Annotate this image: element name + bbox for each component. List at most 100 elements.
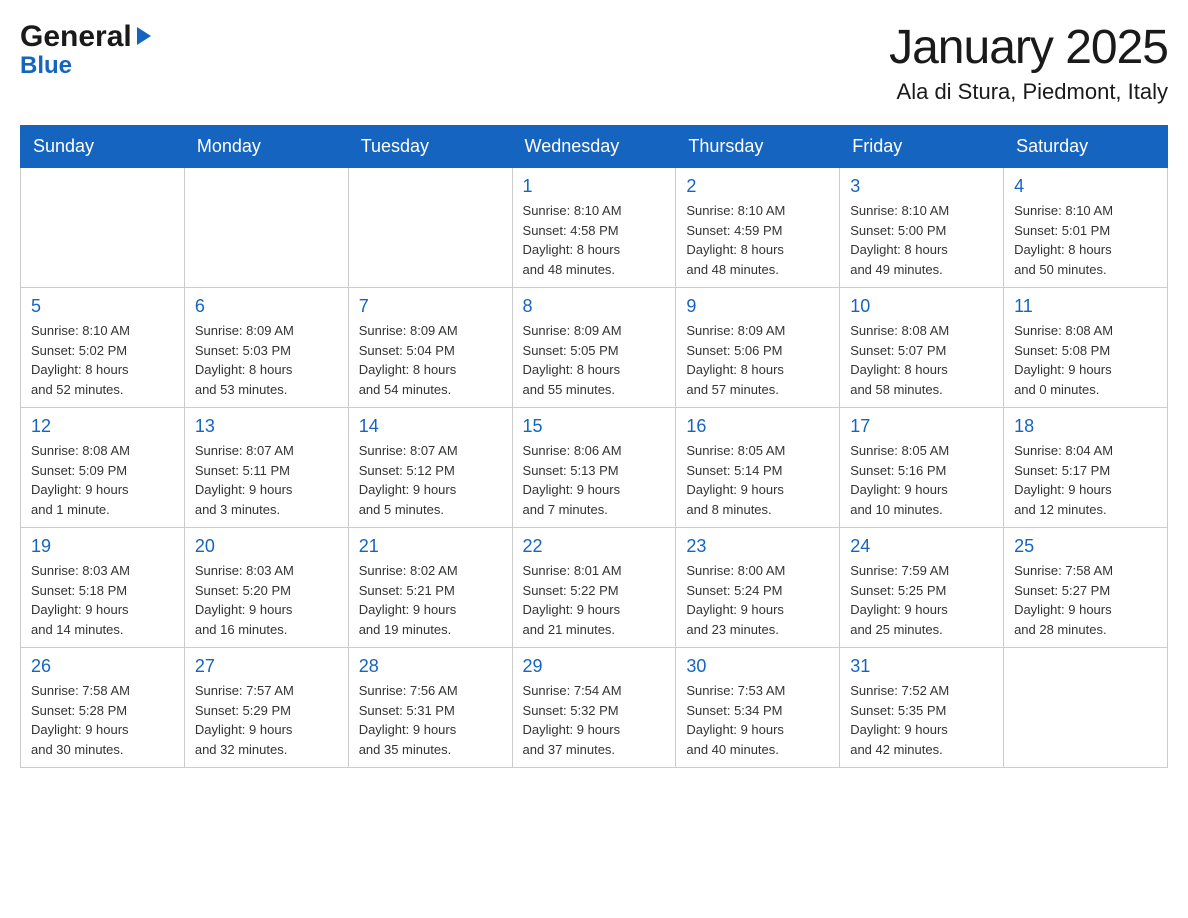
day-info: Sunrise: 8:10 AM Sunset: 4:59 PM Dayligh… <box>686 201 829 279</box>
day-number: 2 <box>686 176 829 197</box>
calendar-cell: 4 Sunrise: 8:10 AM Sunset: 5:01 PM Daylig… <box>1004 168 1168 288</box>
calendar-header-sunday: Sunday <box>21 126 185 168</box>
calendar-cell: 1Sunrise: 8:10 AM Sunset: 4:58 PM Daylig… <box>512 168 676 288</box>
calendar-cell: 5 Sunrise: 8:10 AM Sunset: 5:02 PM Daylig… <box>21 288 185 408</box>
page-header: General Blue January 2025 Ala di Stura, … <box>20 20 1168 105</box>
day-number: 3 <box>850 176 993 197</box>
day-number: 18 <box>1014 416 1157 437</box>
day-number: 8 <box>523 296 666 317</box>
day-info: Sunrise: 7:59 AM Sunset: 5:25 PM Dayligh… <box>850 561 993 639</box>
calendar-week-row: 26 Sunrise: 7:58 AM Sunset: 5:28 PM Dayli… <box>21 648 1168 768</box>
calendar-cell: 13 Sunrise: 8:07 AM Sunset: 5:11 PM Dayli… <box>184 408 348 528</box>
calendar-cell: 19 Sunrise: 8:03 AM Sunset: 5:18 PM Dayli… <box>21 528 185 648</box>
title-area: January 2025 Ala di Stura, Piedmont, Ita… <box>889 20 1168 105</box>
day-info: Sunrise: 7:58 AM Sunset: 5:28 PM Dayligh… <box>31 681 174 759</box>
day-number: 15 <box>523 416 666 437</box>
logo: General Blue <box>20 20 151 80</box>
calendar-cell <box>348 168 512 288</box>
day-info: Sunrise: 8:09 AM Sunset: 5:03 PM Dayligh… <box>195 321 338 399</box>
calendar-week-row: 5 Sunrise: 8:10 AM Sunset: 5:02 PM Daylig… <box>21 288 1168 408</box>
day-number: 4 <box>1014 176 1157 197</box>
day-info: Sunrise: 8:07 AM Sunset: 5:11 PM Dayligh… <box>195 441 338 519</box>
calendar-cell: 25Sunrise: 7:58 AM Sunset: 5:27 PM Dayli… <box>1004 528 1168 648</box>
day-number: 30 <box>686 656 829 677</box>
calendar-cell: 27 Sunrise: 7:57 AM Sunset: 5:29 PM Dayli… <box>184 648 348 768</box>
day-info: Sunrise: 8:09 AM Sunset: 5:04 PM Dayligh… <box>359 321 502 399</box>
day-info: Sunrise: 8:10 AM Sunset: 4:58 PM Dayligh… <box>523 201 666 279</box>
day-info: Sunrise: 8:07 AM Sunset: 5:12 PM Dayligh… <box>359 441 502 519</box>
calendar-header-tuesday: Tuesday <box>348 126 512 168</box>
day-info: Sunrise: 8:08 AM Sunset: 5:08 PM Dayligh… <box>1014 321 1157 399</box>
calendar-header-friday: Friday <box>840 126 1004 168</box>
day-number: 24 <box>850 536 993 557</box>
day-number: 29 <box>523 656 666 677</box>
day-number: 22 <box>523 536 666 557</box>
day-number: 13 <box>195 416 338 437</box>
calendar-cell: 21 Sunrise: 8:02 AM Sunset: 5:21 PM Dayli… <box>348 528 512 648</box>
day-number: 28 <box>359 656 502 677</box>
day-info: Sunrise: 8:06 AM Sunset: 5:13 PM Dayligh… <box>523 441 666 519</box>
day-info: Sunrise: 7:53 AM Sunset: 5:34 PM Dayligh… <box>686 681 829 759</box>
calendar-cell <box>184 168 348 288</box>
calendar-week-row: 12Sunrise: 8:08 AM Sunset: 5:09 PM Dayli… <box>21 408 1168 528</box>
calendar-week-row: 1Sunrise: 8:10 AM Sunset: 4:58 PM Daylig… <box>21 168 1168 288</box>
day-number: 6 <box>195 296 338 317</box>
calendar-cell: 20Sunrise: 8:03 AM Sunset: 5:20 PM Dayli… <box>184 528 348 648</box>
calendar-cell: 23 Sunrise: 8:00 AM Sunset: 5:24 PM Dayli… <box>676 528 840 648</box>
calendar-cell: 24 Sunrise: 7:59 AM Sunset: 5:25 PM Dayli… <box>840 528 1004 648</box>
calendar-cell: 16Sunrise: 8:05 AM Sunset: 5:14 PM Dayli… <box>676 408 840 528</box>
day-info: Sunrise: 8:04 AM Sunset: 5:17 PM Dayligh… <box>1014 441 1157 519</box>
day-number: 25 <box>1014 536 1157 557</box>
calendar-header-wednesday: Wednesday <box>512 126 676 168</box>
calendar-cell: 18 Sunrise: 8:04 AM Sunset: 5:17 PM Dayli… <box>1004 408 1168 528</box>
day-info: Sunrise: 8:05 AM Sunset: 5:16 PM Dayligh… <box>850 441 993 519</box>
day-number: 5 <box>31 296 174 317</box>
day-info: Sunrise: 8:03 AM Sunset: 5:20 PM Dayligh… <box>195 561 338 639</box>
day-number: 9 <box>686 296 829 317</box>
day-number: 23 <box>686 536 829 557</box>
calendar-cell <box>21 168 185 288</box>
day-info: Sunrise: 8:00 AM Sunset: 5:24 PM Dayligh… <box>686 561 829 639</box>
month-title: January 2025 <box>889 20 1168 75</box>
calendar-table: SundayMondayTuesdayWednesdayThursdayFrid… <box>20 125 1168 768</box>
day-info: Sunrise: 8:10 AM Sunset: 5:02 PM Dayligh… <box>31 321 174 399</box>
calendar-header-thursday: Thursday <box>676 126 840 168</box>
calendar-header-monday: Monday <box>184 126 348 168</box>
day-info: Sunrise: 8:03 AM Sunset: 5:18 PM Dayligh… <box>31 561 174 639</box>
calendar-cell: 29 Sunrise: 7:54 AM Sunset: 5:32 PM Dayli… <box>512 648 676 768</box>
calendar-cell: 10Sunrise: 8:08 AM Sunset: 5:07 PM Dayli… <box>840 288 1004 408</box>
calendar-cell: 14 Sunrise: 8:07 AM Sunset: 5:12 PM Dayli… <box>348 408 512 528</box>
calendar-cell: 3 Sunrise: 8:10 AM Sunset: 5:00 PM Daylig… <box>840 168 1004 288</box>
day-number: 26 <box>31 656 174 677</box>
logo-blue-text: Blue <box>20 52 72 80</box>
calendar-header-row: SundayMondayTuesdayWednesdayThursdayFrid… <box>21 126 1168 168</box>
day-number: 7 <box>359 296 502 317</box>
day-info: Sunrise: 7:56 AM Sunset: 5:31 PM Dayligh… <box>359 681 502 759</box>
day-info: Sunrise: 8:09 AM Sunset: 5:05 PM Dayligh… <box>523 321 666 399</box>
calendar-cell: 9Sunrise: 8:09 AM Sunset: 5:06 PM Daylig… <box>676 288 840 408</box>
day-number: 19 <box>31 536 174 557</box>
calendar-cell: 28 Sunrise: 7:56 AM Sunset: 5:31 PM Dayli… <box>348 648 512 768</box>
calendar-cell: 12Sunrise: 8:08 AM Sunset: 5:09 PM Dayli… <box>21 408 185 528</box>
calendar-cell <box>1004 648 1168 768</box>
calendar-cell: 11 Sunrise: 8:08 AM Sunset: 5:08 PM Dayli… <box>1004 288 1168 408</box>
day-info: Sunrise: 7:57 AM Sunset: 5:29 PM Dayligh… <box>195 681 338 759</box>
day-number: 21 <box>359 536 502 557</box>
day-number: 17 <box>850 416 993 437</box>
day-info: Sunrise: 8:01 AM Sunset: 5:22 PM Dayligh… <box>523 561 666 639</box>
logo-general-text: General <box>20 20 132 54</box>
calendar-cell: 17 Sunrise: 8:05 AM Sunset: 5:16 PM Dayli… <box>840 408 1004 528</box>
day-number: 14 <box>359 416 502 437</box>
calendar-cell: 22 Sunrise: 8:01 AM Sunset: 5:22 PM Dayli… <box>512 528 676 648</box>
day-info: Sunrise: 8:02 AM Sunset: 5:21 PM Dayligh… <box>359 561 502 639</box>
day-info: Sunrise: 8:10 AM Sunset: 5:00 PM Dayligh… <box>850 201 993 279</box>
day-number: 27 <box>195 656 338 677</box>
day-number: 10 <box>850 296 993 317</box>
calendar-cell: 31Sunrise: 7:52 AM Sunset: 5:35 PM Dayli… <box>840 648 1004 768</box>
day-info: Sunrise: 8:08 AM Sunset: 5:09 PM Dayligh… <box>31 441 174 519</box>
calendar-cell: 7 Sunrise: 8:09 AM Sunset: 5:04 PM Daylig… <box>348 288 512 408</box>
day-number: 31 <box>850 656 993 677</box>
day-info: Sunrise: 8:10 AM Sunset: 5:01 PM Dayligh… <box>1014 201 1157 279</box>
day-info: Sunrise: 7:54 AM Sunset: 5:32 PM Dayligh… <box>523 681 666 759</box>
day-number: 11 <box>1014 296 1157 317</box>
